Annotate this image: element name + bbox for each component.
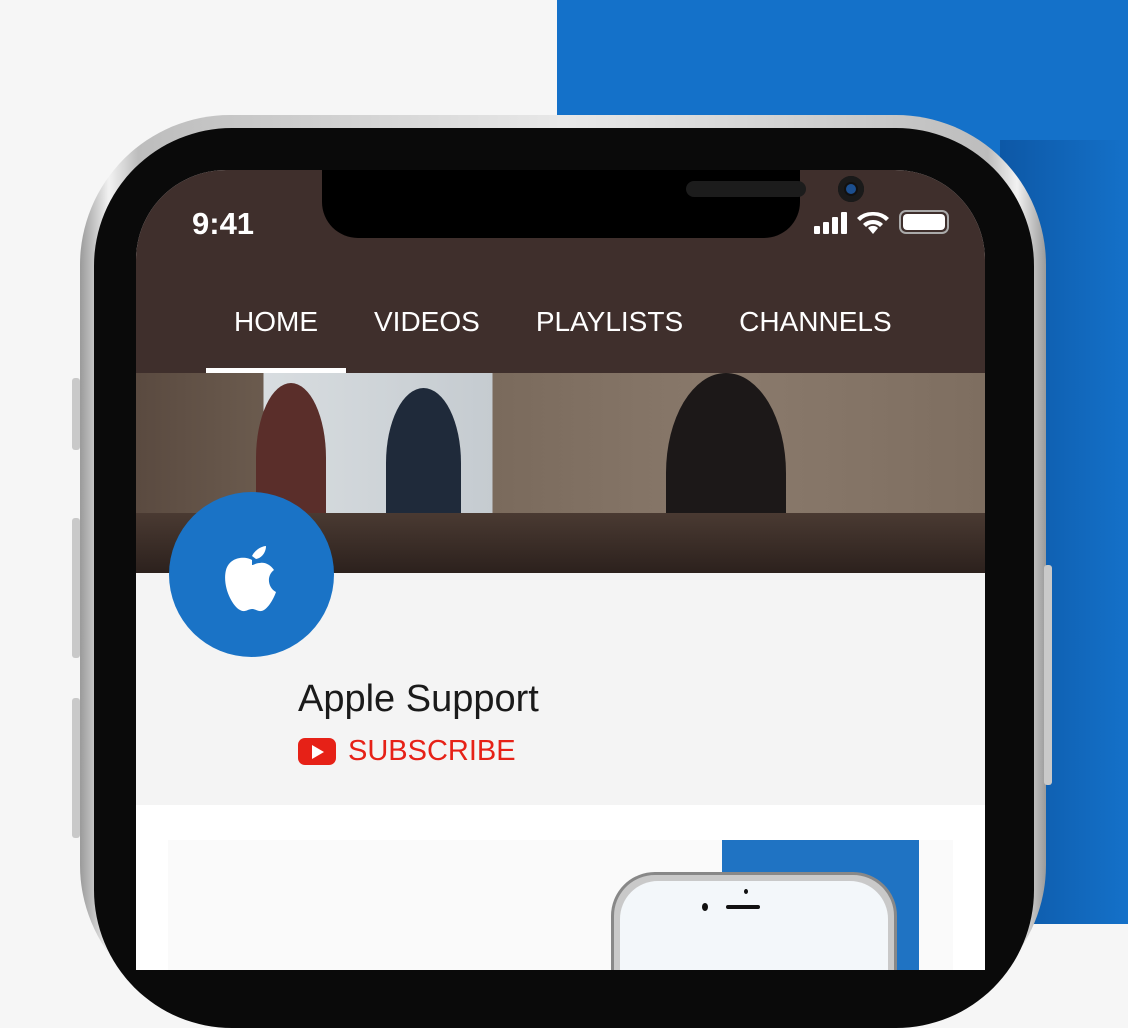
phone-notch bbox=[322, 170, 864, 238]
phone-screen: 9:41 HOME VIDEOS PLAYLISTS CHANNELS Appl… bbox=[136, 170, 985, 970]
subscribe-label: SUBSCRIBE bbox=[348, 735, 516, 767]
channel-name: Apple Support bbox=[298, 678, 539, 720]
side-button bbox=[72, 698, 80, 838]
status-time: 9:41 bbox=[192, 206, 255, 241]
cellular-signal-icon bbox=[814, 210, 847, 234]
apple-logo-icon bbox=[224, 545, 276, 611]
side-button bbox=[72, 378, 80, 450]
speaker-grille bbox=[686, 181, 806, 197]
status-icons bbox=[814, 210, 949, 234]
battery-icon bbox=[899, 210, 949, 234]
channel-tabs: HOME VIDEOS PLAYLISTS CHANNELS bbox=[206, 306, 920, 373]
tab-playlists[interactable]: PLAYLISTS bbox=[508, 306, 711, 373]
tab-videos[interactable]: VIDEOS bbox=[346, 306, 508, 373]
channel-avatar[interactable] bbox=[169, 492, 334, 657]
thumbnail-phone-image bbox=[611, 872, 897, 970]
wifi-icon bbox=[857, 211, 889, 234]
youtube-icon bbox=[298, 738, 336, 765]
tab-channels[interactable]: CHANNELS bbox=[711, 306, 919, 373]
side-button bbox=[72, 518, 80, 658]
tab-home[interactable]: HOME bbox=[206, 306, 346, 373]
front-camera bbox=[838, 176, 864, 202]
subscribe-button[interactable]: SUBSCRIBE bbox=[298, 735, 516, 768]
power-button bbox=[1044, 565, 1052, 785]
